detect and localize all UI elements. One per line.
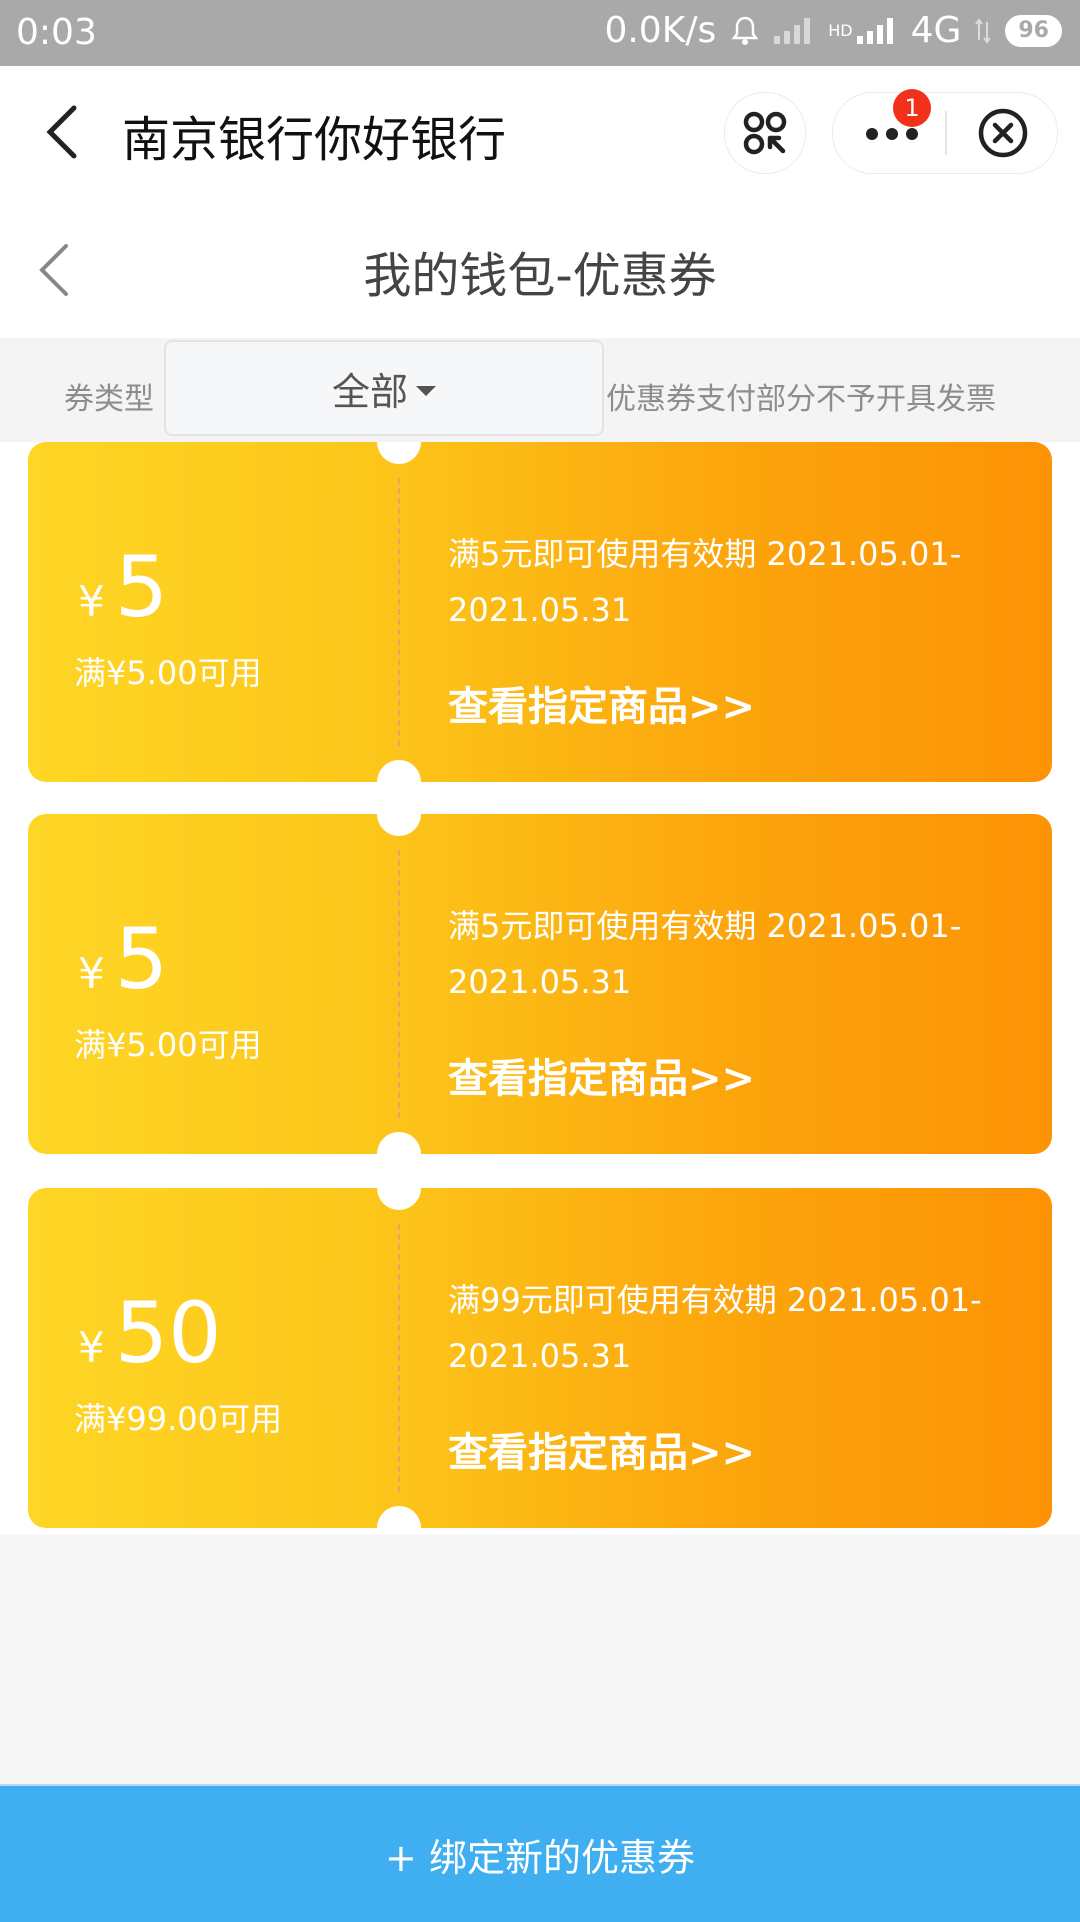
coupon-condition: 满¥99.00可用 [74, 1400, 282, 1438]
amount-value: 50 [114, 1284, 222, 1382]
view-products-link[interactable]: 查看指定商品>> [448, 1046, 755, 1104]
coupon-amount: ¥ 5 [78, 910, 168, 1008]
mini-program-header: 南京银行你好银行 1 [0, 66, 1080, 198]
invoice-note: 优惠券支付部分不予开具发票 [606, 382, 996, 417]
currency-symbol: ¥ [78, 1323, 105, 1372]
coupon-amount: ¥ 5 [78, 538, 168, 636]
coupon-notch [377, 792, 421, 836]
signal-icon-1 [774, 17, 814, 44]
coupon-description: 满5元即可使用有效期 2021.05.01-2021.05.31 [448, 907, 962, 1001]
view-products-link[interactable]: 查看指定商品>> [448, 674, 755, 732]
coupon-list: ¥ 5 满¥5.00可用 满5元即可使用有效期 2021.05.01-2021.… [0, 442, 1080, 1534]
coupon-notch [377, 442, 421, 464]
battery-level: 96 [1018, 18, 1049, 43]
coupon-card[interactable]: ¥ 50 满¥99.00可用 满99元即可使用有效期 2021.05.01-20… [28, 1166, 1052, 1534]
grid-icon [743, 111, 787, 155]
grid-button[interactable] [724, 92, 806, 174]
capsule-divider [945, 111, 947, 155]
coupon-card[interactable]: ¥ 5 满¥5.00可用 满5元即可使用有效期 2021.05.01-2021.… [28, 792, 1052, 1176]
coupon-divider [398, 1224, 400, 1492]
data-transfer-icon [975, 17, 992, 44]
mini-program-title: 南京银行你好银行 [122, 112, 507, 168]
battery-icon: 96 [1005, 14, 1062, 47]
notification-badge: 1 [893, 89, 931, 127]
filter-bar: 券类型 全部 优惠券支付部分不予开具发票 [0, 338, 1080, 442]
back-arrow-icon[interactable] [40, 102, 90, 162]
bind-coupon-button[interactable]: + 绑定新的优惠券 [0, 1784, 1080, 1922]
amount-value: 5 [114, 538, 169, 636]
page-title: 我的钱包-优惠券 [363, 248, 717, 304]
bell-icon [731, 16, 759, 45]
more-icon[interactable] [865, 127, 925, 141]
coupon-type-select[interactable]: 全部 [164, 340, 604, 436]
status-bar: 0:03 0.0K/s HD 4G 96 [0, 0, 1080, 66]
coupon-divider [398, 478, 400, 746]
signal-icon-2 [856, 17, 897, 44]
status-right: 0.0K/s HD 4G 96 [604, 10, 1062, 51]
capsule-menu: 1 [832, 89, 1058, 174]
coupon-description: 满5元即可使用有效期 2021.05.01-2021.05.31 [448, 535, 962, 629]
network-type: 4G [910, 10, 962, 51]
coupon-type-value: 全部 [331, 369, 408, 414]
coupon-card[interactable]: ¥ 5 满¥5.00可用 满5元即可使用有效期 2021.05.01-2021.… [28, 442, 1052, 804]
coupon-description: 满99元即可使用有效期 2021.05.01-2021.05.31 [448, 1281, 982, 1375]
coupon-amount: ¥ 50 [78, 1284, 222, 1382]
coupon-condition: 满¥5.00可用 [74, 654, 262, 692]
coupon-notch [377, 1506, 421, 1534]
network-speed: 0.0K/s [604, 10, 717, 51]
view-products-link[interactable]: 查看指定商品>> [448, 1420, 755, 1478]
caret-down-icon [416, 386, 436, 396]
coupon-notch [377, 1166, 421, 1210]
coupon-condition: 满¥5.00可用 [74, 1026, 262, 1064]
coupon-divider [398, 850, 400, 1118]
currency-symbol: ¥ [78, 949, 105, 998]
coupon-type-label: 券类型 [64, 382, 154, 417]
page-header: 我的钱包-优惠券 [0, 198, 1080, 338]
currency-symbol: ¥ [78, 577, 105, 626]
page-back-icon[interactable] [32, 240, 78, 300]
status-time: 0:03 [16, 12, 97, 53]
hd-label: HD [828, 20, 853, 40]
close-icon[interactable] [977, 107, 1029, 159]
amount-value: 5 [114, 910, 169, 1008]
